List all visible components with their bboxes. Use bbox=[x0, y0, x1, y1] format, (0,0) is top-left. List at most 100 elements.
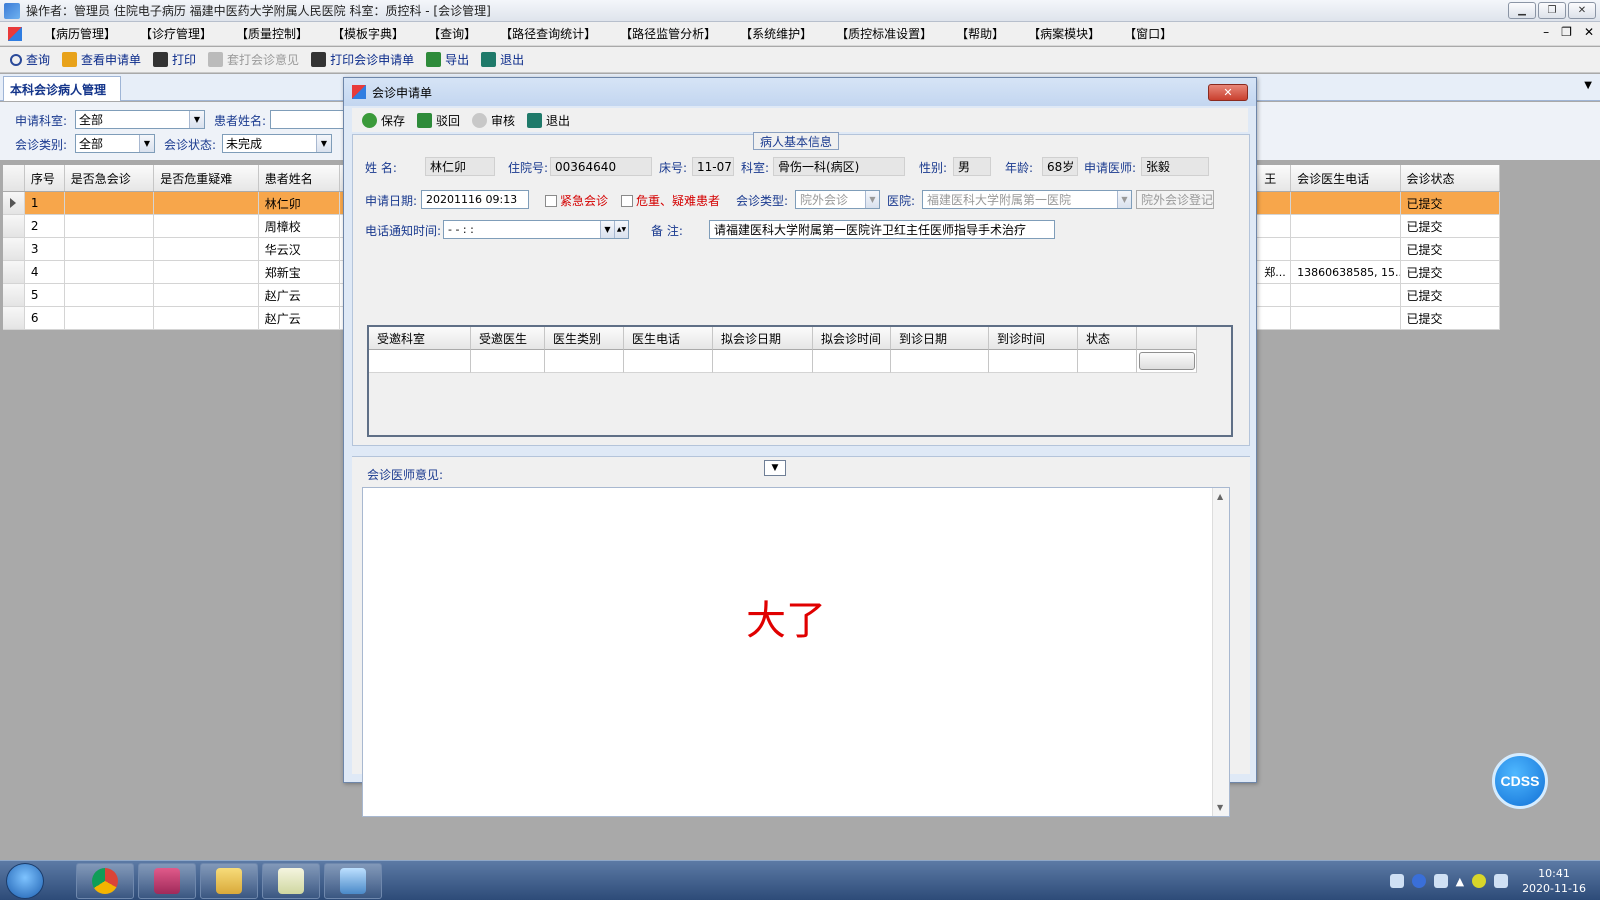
taskbar-app-database[interactable] bbox=[138, 863, 196, 899]
chevron-down-icon[interactable]: ▼ bbox=[189, 111, 204, 128]
col-header-status[interactable]: 状态 bbox=[1078, 327, 1137, 350]
external-consultation-register-button[interactable]: 院外会诊登记 bbox=[1136, 190, 1214, 209]
cell-doctor-phone[interactable] bbox=[1291, 215, 1401, 237]
dialog-exit-button[interactable]: 退出 bbox=[521, 112, 576, 129]
table-cell[interactable] bbox=[989, 350, 1078, 373]
col-header-planned-date[interactable]: 拟会诊日期 bbox=[713, 327, 813, 350]
cell-status[interactable]: 已提交 bbox=[1401, 238, 1500, 260]
chevron-down-icon[interactable]: ▼ bbox=[1117, 191, 1131, 208]
cell-doctor-phone[interactable] bbox=[1291, 238, 1401, 260]
start-button[interactable] bbox=[6, 863, 44, 899]
cell-patient-name[interactable]: 华云汉 bbox=[259, 238, 341, 260]
chevron-down-icon[interactable]: ▼ bbox=[139, 135, 154, 152]
row-header[interactable] bbox=[3, 215, 25, 237]
menu-qc-standard-settings[interactable]: 【质控标准设置】 bbox=[824, 25, 944, 42]
table-cell[interactable] bbox=[1078, 350, 1137, 373]
cell-patient-name[interactable]: 赵广云 bbox=[259, 307, 341, 329]
chevron-down-icon[interactable]: ▼ bbox=[865, 191, 879, 208]
cell-status[interactable]: 已提交 bbox=[1401, 261, 1500, 283]
taskbar-clock[interactable]: 10:41 2020-11-16 bbox=[1522, 866, 1586, 896]
cell-partial[interactable] bbox=[1258, 307, 1292, 329]
menu-window[interactable]: 【窗口】 bbox=[1112, 25, 1184, 42]
query-button[interactable]: 查询 bbox=[4, 51, 56, 68]
cell-no[interactable]: 4 bbox=[25, 261, 65, 283]
plus-app-icon[interactable] bbox=[1472, 874, 1487, 888]
col-header-doctor-category[interactable]: 医生类别 bbox=[545, 327, 624, 350]
cell-no[interactable]: 1 bbox=[25, 192, 65, 214]
cell-status[interactable]: 已提交 bbox=[1401, 215, 1500, 237]
dialog-close-button[interactable]: ✕ bbox=[1208, 84, 1248, 101]
menu-case-module[interactable]: 【病案模块】 bbox=[1016, 25, 1112, 42]
row-header[interactable] bbox=[3, 261, 25, 283]
cell-no[interactable]: 5 bbox=[25, 284, 65, 306]
menu-query[interactable]: 【查询】 bbox=[416, 25, 488, 42]
cell-partial[interactable] bbox=[1258, 284, 1292, 306]
mdi-child-icon[interactable] bbox=[8, 26, 22, 41]
status-filter-select[interactable]: 未完成 ▼ bbox=[222, 134, 332, 153]
critical-patient-checkbox[interactable] bbox=[621, 195, 633, 207]
table-cell[interactable] bbox=[471, 350, 545, 373]
col-header-doctor-phone[interactable]: 医生电话 bbox=[624, 327, 713, 350]
opinion-textarea[interactable]: 大了 ▲ ▼ bbox=[362, 487, 1230, 817]
cell-urgent[interactable] bbox=[65, 307, 155, 329]
cell-critical[interactable] bbox=[154, 215, 259, 237]
print-request-form-button[interactable]: 打印会诊申请单 bbox=[305, 51, 420, 68]
col-header-arrival-time[interactable]: 到诊时间 bbox=[989, 327, 1078, 350]
cell-doctor-phone[interactable] bbox=[1291, 192, 1401, 214]
mdi-restore-button[interactable]: ❐ bbox=[1561, 25, 1572, 39]
table-cell[interactable] bbox=[891, 350, 989, 373]
cell-partial[interactable] bbox=[1258, 238, 1292, 260]
dept-filter-select[interactable]: 全部 ▼ bbox=[75, 110, 205, 129]
cell-patient-name[interactable]: 林仁卯 bbox=[259, 192, 341, 214]
cell-urgent[interactable] bbox=[65, 238, 155, 260]
spinner-icon[interactable]: ▲▼ bbox=[614, 221, 628, 238]
minimize-button[interactable]: ▁ bbox=[1508, 2, 1536, 19]
menu-template-dictionary[interactable]: 【模板字典】 bbox=[320, 25, 416, 42]
menu-help[interactable]: 【帮助】 bbox=[944, 25, 1016, 42]
row-header[interactable] bbox=[3, 307, 25, 329]
cell-no[interactable]: 2 bbox=[25, 215, 65, 237]
row-action-button-face[interactable] bbox=[1138, 352, 1195, 370]
taskbar-app-medical[interactable] bbox=[324, 863, 382, 899]
cell-patient-name[interactable]: 周樟校 bbox=[259, 215, 341, 237]
cell-partial[interactable]: 郑... bbox=[1258, 261, 1292, 283]
help-icon[interactable] bbox=[1411, 874, 1426, 888]
table-cell[interactable] bbox=[545, 350, 624, 373]
export-button[interactable]: 导出 bbox=[420, 51, 475, 68]
view-request-button[interactable]: 查看申请单 bbox=[56, 51, 147, 68]
col-header-arrival-date[interactable]: 到诊日期 bbox=[891, 327, 989, 350]
col-header-planned-time[interactable]: 拟会诊时间 bbox=[813, 327, 891, 350]
patient-name-filter-input[interactable] bbox=[270, 110, 345, 129]
chevron-down-icon[interactable]: ▼ bbox=[764, 460, 786, 476]
cell-status[interactable]: 已提交 bbox=[1401, 307, 1500, 329]
print-button[interactable]: 打印 bbox=[147, 51, 202, 68]
table-cell[interactable] bbox=[813, 350, 891, 373]
cell-critical[interactable] bbox=[154, 261, 259, 283]
col-header-invited-dept[interactable]: 受邀科室 bbox=[369, 327, 471, 350]
menu-system-maintenance[interactable]: 【系统维护】 bbox=[728, 25, 824, 42]
show-hidden-icons-icon[interactable]: ▲ bbox=[1456, 875, 1464, 888]
hospital-select[interactable]: 福建医科大学附属第一医院 ▼ bbox=[922, 190, 1132, 209]
cell-patient-name[interactable]: 郑新宝 bbox=[259, 261, 341, 283]
keyboard-icon[interactable] bbox=[1389, 874, 1404, 888]
cell-doctor-phone[interactable] bbox=[1291, 307, 1401, 329]
approve-button[interactable]: 审核 bbox=[466, 112, 521, 129]
row-action-button[interactable] bbox=[1137, 350, 1197, 373]
opinion-scrollbar[interactable]: ▲ ▼ bbox=[1212, 488, 1229, 816]
cell-doctor-phone[interactable] bbox=[1291, 284, 1401, 306]
cell-urgent[interactable] bbox=[65, 215, 155, 237]
menu-treatment[interactable]: 【诊疗管理】 bbox=[128, 25, 224, 42]
table-cell[interactable] bbox=[624, 350, 713, 373]
request-date-field[interactable]: 20201116 09:13 bbox=[421, 190, 529, 209]
row-header-corner[interactable] bbox=[3, 165, 25, 191]
mdi-minimize-button[interactable]: – bbox=[1543, 25, 1549, 39]
row-header[interactable] bbox=[3, 192, 25, 214]
menu-path-query-stats[interactable]: 【路径查询统计】 bbox=[488, 25, 608, 42]
save-button[interactable]: 保存 bbox=[356, 112, 411, 129]
col-header-no[interactable]: 序号 bbox=[25, 165, 65, 191]
menu-quality-control[interactable]: 【质量控制】 bbox=[224, 25, 320, 42]
print-opinion-overlay-button[interactable]: 套打会诊意见 bbox=[202, 51, 305, 68]
col-header-urgent[interactable]: 是否急会诊 bbox=[65, 165, 155, 191]
cell-critical[interactable] bbox=[154, 284, 259, 306]
scroll-down-icon[interactable]: ▼ bbox=[1217, 803, 1223, 812]
